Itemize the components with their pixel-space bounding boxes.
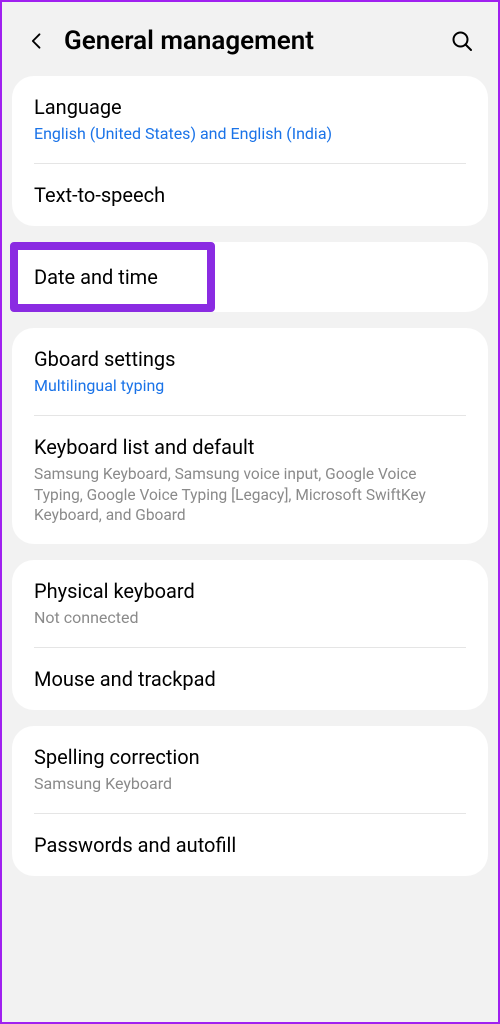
header: General management — [2, 2, 498, 76]
setting-gboard[interactable]: Gboard settings Multilingual typing — [12, 328, 488, 415]
setting-title: Gboard settings — [34, 346, 466, 372]
setting-language[interactable]: Language English (United States) and Eng… — [12, 76, 488, 163]
search-icon[interactable] — [450, 29, 474, 53]
setting-title: Passwords and autofill — [34, 832, 466, 858]
setting-title: Keyboard list and default — [34, 434, 466, 460]
setting-passwords-autofill[interactable]: Passwords and autofill — [12, 814, 488, 876]
setting-title: Text-to-speech — [34, 182, 466, 208]
setting-text-to-speech[interactable]: Text-to-speech — [12, 164, 488, 226]
settings-card: Spelling correction Samsung Keyboard Pas… — [12, 726, 488, 876]
settings-card: Physical keyboard Not connected Mouse an… — [12, 560, 488, 710]
settings-screen: General management Language English (Uni… — [2, 2, 498, 1022]
setting-spelling-correction[interactable]: Spelling correction Samsung Keyboard — [12, 726, 488, 813]
setting-keyboard-list[interactable]: Keyboard list and default Samsung Keyboa… — [12, 416, 488, 545]
settings-card: Gboard settings Multilingual typing Keyb… — [12, 328, 488, 545]
setting-title: Physical keyboard — [34, 578, 466, 604]
setting-physical-keyboard[interactable]: Physical keyboard Not connected — [12, 560, 488, 647]
setting-title: Language — [34, 94, 466, 120]
setting-subtitle: Not connected — [34, 608, 466, 629]
settings-card: Language English (United States) and Eng… — [12, 76, 488, 226]
setting-subtitle: English (United States) and English (Ind… — [34, 124, 466, 145]
back-icon[interactable] — [26, 30, 48, 52]
settings-card: Date and time — [12, 242, 488, 312]
setting-subtitle: Samsung Keyboard, Samsung voice input, G… — [34, 464, 466, 527]
page-title: General management — [64, 26, 434, 56]
setting-title: Mouse and trackpad — [34, 666, 466, 692]
setting-title: Date and time — [34, 264, 191, 290]
setting-subtitle: Multilingual typing — [34, 376, 466, 397]
setting-subtitle: Samsung Keyboard — [34, 774, 466, 795]
setting-date-and-time[interactable]: Date and time — [10, 242, 215, 312]
setting-mouse-trackpad[interactable]: Mouse and trackpad — [12, 648, 488, 710]
setting-title: Spelling correction — [34, 744, 466, 770]
